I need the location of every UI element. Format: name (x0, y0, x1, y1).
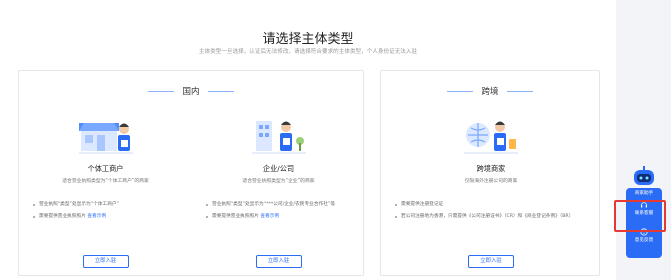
card-enterprise: 企业/公司 适合营业执照类型为“企业”的商家 营业执照“类型”处显示为“***公… (192, 107, 365, 275)
page: 请选择主体类型 主体类型一旦选择，认证后无法修改，请选择符合要求的主体类型，个人… (0, 0, 671, 280)
office-illustration (251, 121, 306, 154)
requirement-list: 营业执照“类型”处显示为“***公司/企业/农民专业合作社”等 需要提供营业执照… (206, 201, 355, 225)
highlight-box (614, 200, 666, 232)
card-cross-border: 跨境商家 仅限海外注册公司的商家 需要提供注册登记证 若公司注册地为香港，只需提… (381, 107, 601, 275)
robot-icon (634, 166, 654, 185)
join-button-cross-border[interactable]: 立即入驻 (468, 255, 514, 268)
requirement-item: 营业执照“类型”处显示为“***公司/企业/农民专业合作社”等 (206, 201, 355, 208)
page-title: 请选择主体类型 (262, 32, 354, 47)
page-subtitle: 主体类型一旦选择，认证后无法修改，请选择符合要求的主体类型，个人身份证无法入驻 (198, 49, 418, 55)
domestic-panel: 国内 个体工商户 适合营业执照类型为“个体工商户”的商家 营业执照“类型”处显示… (18, 70, 364, 276)
cross-border-heading: 跨境 (381, 85, 599, 97)
heading-line-left (447, 90, 474, 92)
heading-line-right (506, 90, 533, 92)
helper-title: 商家助手 (634, 191, 654, 196)
card-title: 跨境商家 (476, 164, 506, 173)
cross-border-label: 跨境 (481, 87, 499, 97)
cross-border-panel: 跨境 跨境商家 仅限海外注册公司的商家 需要提供注册登记证 若公司注册地为香港，… (380, 70, 600, 276)
card-individual: 个体工商户 适合营业执照类型为“个体工商户”的商家 营业执照“类型”处显示为“个… (19, 107, 192, 275)
view-example-link[interactable]: 查看示例 (260, 214, 279, 219)
card-description: 适合营业执照类型为“企业”的商家 (242, 179, 315, 184)
join-button-enterprise[interactable]: 立即入驻 (255, 255, 302, 268)
view-example-link[interactable]: 查看示例 (87, 214, 106, 219)
heading-line-right (207, 90, 234, 92)
requirement-item: 需要提供营业执照照片 查看示例 (33, 213, 182, 220)
globe-illustration (464, 121, 518, 154)
heading-line-left (148, 90, 175, 92)
requirement-item: 需要提供注册登记证 (395, 201, 591, 208)
join-button-individual[interactable]: 立即入驻 (82, 255, 129, 268)
storefront-illustration (78, 123, 133, 154)
requirement-list: 营业执照“类型”处显示为“个体工商户” 需要提供营业执照照片 查看示例 (33, 201, 182, 225)
requirement-item: 若公司注册地为香港，只需提供《公司注册证书》（CR）和《商业登记条例》（BR） (395, 213, 591, 220)
domestic-heading: 国内 (19, 85, 363, 97)
card-description: 适合营业执照类型为“个体工商户”的商家 (62, 179, 149, 184)
feedback-label: 意见反馈 (634, 238, 654, 243)
requirement-item: 需要提供营业执照照片 查看示例 (206, 213, 355, 220)
card-title: 企业/公司 (262, 164, 295, 173)
card-title: 个体工商户 (87, 164, 124, 173)
card-description: 仅限海外注册公司的商家 (464, 179, 518, 184)
requirement-list: 需要提供注册登记证 若公司注册地为香港，只需提供《公司注册证书》（CR）和《商业… (395, 201, 591, 225)
domestic-label: 国内 (182, 87, 200, 97)
requirement-item: 营业执照“类型”处显示为“个体工商户” (33, 201, 182, 208)
